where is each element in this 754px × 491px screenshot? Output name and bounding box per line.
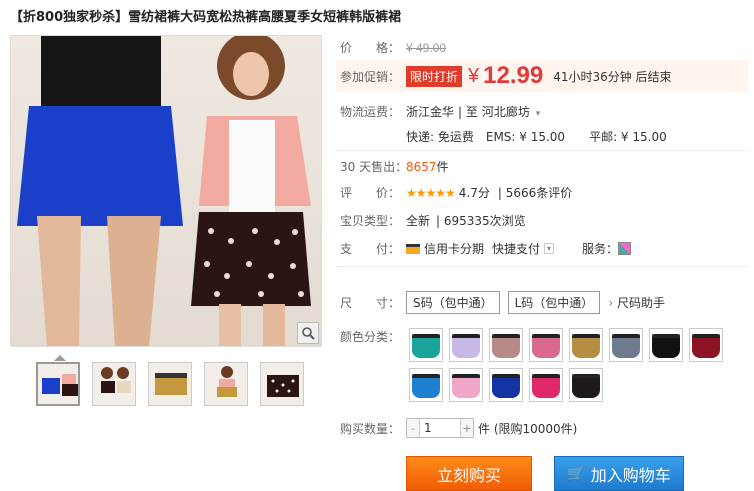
- skirt-thumbnail-icon: [572, 334, 600, 358]
- price-label: 价 格：: [340, 41, 401, 55]
- zoom-icon[interactable]: [297, 322, 319, 344]
- quantity-limit: 件 (限购10000件): [478, 421, 578, 436]
- quantity-minus-button[interactable]: -: [407, 419, 419, 437]
- quantity-stepper: - 1 +: [406, 418, 474, 438]
- color-swatch[interactable]: [489, 328, 523, 362]
- thumbnail-2[interactable]: [92, 362, 136, 406]
- quantity-input[interactable]: 1: [419, 419, 461, 437]
- color-swatch[interactable]: [489, 368, 523, 402]
- item-type-label: 宝贝类型：: [340, 214, 401, 228]
- promo-badge: 限时打折: [406, 65, 463, 87]
- color-swatch[interactable]: [449, 328, 483, 362]
- quantity-plus-button[interactable]: +: [461, 419, 473, 437]
- color-swatch[interactable]: [569, 328, 603, 362]
- skirt-thumbnail-icon: [492, 374, 520, 398]
- thumbnail-1[interactable]: [36, 362, 80, 406]
- rating-row: 评 价： ★★★★★ 4.7分 | 5666条评价: [340, 184, 572, 201]
- cart-icon: 🛒: [567, 465, 585, 482]
- skirt-thumbnail-icon: [452, 334, 480, 358]
- shipping-row: 物流运费： 浙江金华 | 至 河北廊坊 ▾: [340, 103, 540, 120]
- size-option-s[interactable]: S码（包中通）: [406, 291, 500, 314]
- add-to-cart-button[interactable]: 🛒 加入购物车: [554, 456, 684, 491]
- color-swatch[interactable]: [409, 328, 443, 362]
- color-swatch[interactable]: [409, 368, 443, 402]
- sales-row: 30 天售出： 8657 件: [340, 158, 449, 175]
- color-label: 颜色分类：: [340, 330, 401, 344]
- view-count: | 695335次浏览: [436, 214, 526, 228]
- skirt-thumbnail-icon: [532, 334, 560, 358]
- divider: [336, 150, 748, 151]
- rating-label: 评 价：: [340, 186, 401, 200]
- size-row: 尺 寸： S码（包中通） L码（包中通） › 尺码助手: [340, 291, 665, 314]
- color-swatch[interactable]: [609, 328, 643, 362]
- thumbnail-5[interactable]: [260, 362, 304, 406]
- original-price: ¥ 49.00: [406, 40, 447, 55]
- skirt-thumbnail-icon: [532, 374, 560, 398]
- promo-label: 参加促销：: [340, 69, 401, 84]
- credit-card-icon: [406, 243, 420, 254]
- buy-now-label: 立刻购买: [436, 465, 501, 485]
- item-type-row: 宝贝类型： 全新 | 695335次浏览: [340, 212, 526, 229]
- shipping-to: 河北廊坊: [481, 105, 530, 119]
- skirt-thumbnail-icon: [412, 334, 440, 358]
- size-label: 尺 寸：: [340, 296, 401, 310]
- skirt-thumbnail-icon: [412, 374, 440, 398]
- color-swatch[interactable]: [529, 368, 563, 402]
- skirt-thumbnail-icon: [492, 334, 520, 358]
- credit-installment[interactable]: 信用卡分期: [424, 240, 484, 257]
- color-swatch-row: [409, 368, 603, 402]
- color-swatch[interactable]: [529, 328, 563, 362]
- shipping-to-separator: | 至: [458, 105, 478, 119]
- color-swatch[interactable]: [649, 328, 683, 362]
- quantity-row: 购买数量： - 1 + 件 (限购10000件): [340, 418, 577, 438]
- payment-row: 支 付： 信用卡分期 快捷支付 ▾ 服务：: [340, 240, 632, 257]
- skirt-thumbnail-icon: [452, 374, 480, 398]
- color-label-row: 颜色分类：: [340, 328, 406, 345]
- buy-now-button[interactable]: 立刻购买: [406, 456, 532, 491]
- shipping-label: 物流运费：: [340, 105, 401, 119]
- shipping-from: 浙江金华: [406, 105, 455, 119]
- size-guide-label: 尺码助手: [616, 296, 665, 310]
- service-badge-icon[interactable]: [618, 242, 632, 255]
- price-row: 价 格： ¥ 49.00: [340, 39, 446, 56]
- chevron-down-icon[interactable]: ▾: [544, 243, 555, 254]
- skirt-thumbnail-icon: [612, 334, 640, 358]
- add-to-cart-label: 加入购物车: [590, 465, 671, 485]
- countdown-text: 41小时36分钟 后结束: [553, 69, 672, 84]
- shipping-to-select[interactable]: 河北廊坊 ▾: [482, 103, 540, 120]
- thumbnail-pointer: [54, 355, 66, 361]
- skirt-thumbnail-icon: [652, 334, 680, 358]
- divider: [336, 266, 748, 267]
- sales-unit: 件: [436, 160, 449, 174]
- size-option-l[interactable]: L码（包中通）: [507, 291, 601, 314]
- color-swatch-row: [409, 328, 723, 362]
- chevron-right-icon: ›: [608, 296, 614, 310]
- quantity-label: 购买数量：: [340, 421, 401, 436]
- item-type-value: 全新: [406, 214, 431, 228]
- payment-label: 支 付：: [340, 242, 401, 256]
- quick-pay[interactable]: 快捷支付: [492, 240, 540, 257]
- thumbnail-3[interactable]: [148, 362, 192, 406]
- thumbnail-strip: [36, 362, 304, 406]
- rating-score: 4.7分: [458, 186, 490, 200]
- service-label: 服务：: [582, 242, 619, 256]
- promo-row: 参加促销： 限时打折 ¥ 12.99 41小时36分钟 后结束: [340, 62, 672, 90]
- sales-label: 30 天售出：: [340, 160, 408, 174]
- size-guide-link[interactable]: › 尺码助手: [608, 294, 665, 311]
- color-swatch[interactable]: [569, 368, 603, 402]
- skirt-thumbnail-icon: [572, 374, 600, 398]
- sales-count: 8657: [406, 159, 437, 174]
- color-swatch[interactable]: [449, 368, 483, 402]
- product-main-image[interactable]: [10, 35, 322, 347]
- currency-symbol: ¥: [468, 64, 480, 87]
- review-count-link[interactable]: | 5666条评价: [498, 184, 572, 201]
- current-price: 12.99: [483, 62, 544, 89]
- shipping-fees: 快递: 免运费 EMS: ¥ 15.00 平邮: ¥ 15.00: [406, 130, 667, 144]
- chevron-down-icon: ▾: [535, 109, 541, 119]
- skirt-thumbnail-icon: [692, 334, 720, 358]
- rating-stars-icon: ★★★★★: [406, 185, 456, 200]
- product-title: 【折800独家秒杀】雪纺裙裤大码宽松热裤高腰夏季女短裤韩版裤裙: [10, 10, 402, 25]
- thumbnail-4[interactable]: [204, 362, 248, 406]
- color-swatch[interactable]: [689, 328, 723, 362]
